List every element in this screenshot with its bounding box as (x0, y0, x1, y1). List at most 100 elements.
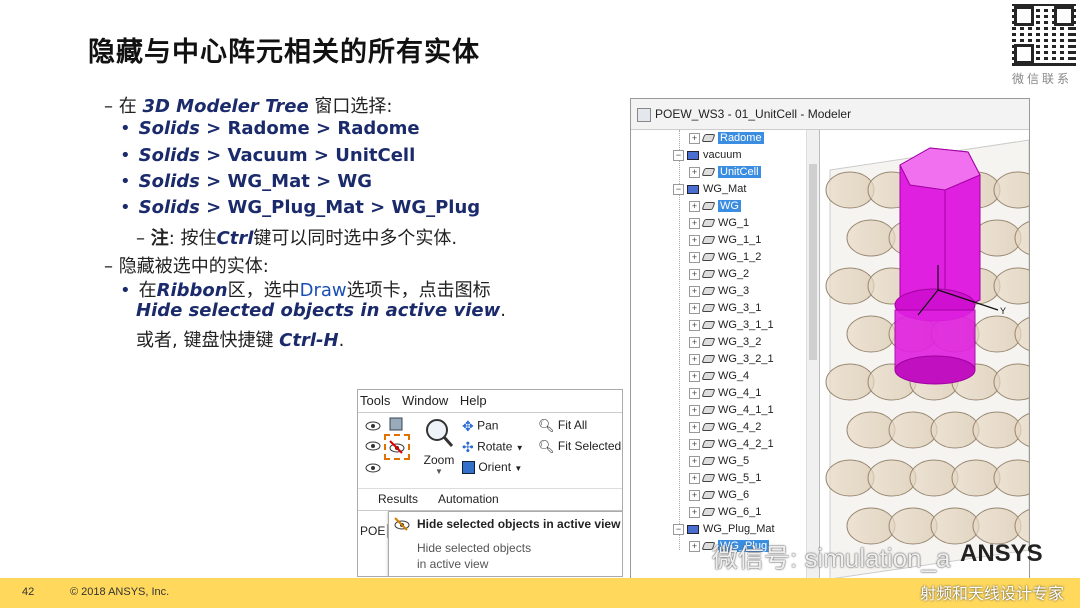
material-folder-icon (687, 150, 699, 160)
expand-icon[interactable]: + (689, 200, 700, 212)
expand-icon[interactable]: + (689, 166, 700, 178)
tree-item[interactable]: + WG_3_1 (689, 302, 761, 319)
tree-scrollbar[interactable] (806, 130, 819, 579)
collapse-icon[interactable]: − (673, 523, 684, 535)
tree-item[interactable]: + WG_5_1 (689, 472, 761, 489)
modeler-title-bar: POEW_WS3 - 01_UnitCell - Modeler (631, 99, 1029, 130)
expand-icon[interactable]: + (689, 234, 700, 246)
expand-icon[interactable]: + (689, 540, 700, 552)
eye-icon[interactable] (364, 438, 382, 455)
tree-item-label: WG_4_2 (718, 421, 762, 433)
eye-small-icon[interactable] (364, 460, 382, 477)
bullet-text: . (500, 300, 506, 321)
expand-icon[interactable]: + (689, 302, 700, 314)
sub-bullet-vacuum: • Solids > Vacuum > UnitCell (120, 145, 415, 166)
solid-object-icon (701, 508, 716, 517)
tree-item[interactable]: + WG (689, 200, 741, 217)
tree-item[interactable]: + WG_4 (689, 370, 749, 387)
tree-item[interactable]: + WG_4_2 (689, 421, 761, 438)
tree-item[interactable]: + UnitCell (689, 166, 761, 183)
material-folder-icon (687, 184, 699, 194)
footer-bar: 42 © 2018 ANSYS, Inc. (0, 578, 1080, 608)
view-icon[interactable] (388, 416, 404, 435)
tree-item[interactable]: − WG_Mat (673, 183, 746, 200)
tree-item[interactable]: − vacuum (673, 149, 742, 166)
fit-all-button[interactable]: 🔍︎ Fit All (538, 418, 587, 434)
tree-item[interactable]: + WG_3 (689, 285, 749, 302)
bullet-text: 或者, 键盘快捷键 (136, 330, 280, 351)
expand-icon[interactable]: + (689, 217, 700, 229)
tree-item[interactable]: + WG_3_2 (689, 336, 761, 353)
tree-item-label: WG_1 (718, 217, 750, 229)
tree-item-label: WG_3_2_1 (718, 353, 774, 365)
expand-icon[interactable]: + (689, 353, 700, 365)
tree-item[interactable]: + WG_6 (689, 489, 749, 506)
expand-icon[interactable]: + (689, 268, 700, 280)
material-folder-icon (687, 524, 699, 534)
tooltip: Hide selected objects in active view Hid… (388, 511, 622, 576)
menu-window[interactable]: Window (402, 393, 448, 408)
tree-item-label: WG_4 (718, 370, 750, 382)
expand-icon[interactable]: + (689, 285, 700, 297)
expand-icon[interactable]: + (689, 404, 700, 416)
tree-item-label: WG_2 (718, 268, 750, 280)
bullet-dot-icon: • (120, 118, 131, 139)
tree-item[interactable]: + WG_4_1 (689, 387, 761, 404)
waveguide-cylinder (951, 459, 1001, 497)
shortcut-key: Ctrl-H (279, 330, 339, 351)
axis-y-label: Y (1000, 306, 1006, 316)
tree-item[interactable]: + WG_3_2_1 (689, 353, 774, 370)
tree-item-label: WG_6_1 (718, 506, 762, 518)
modeler-tree[interactable]: + Radome − vacuum + UnitCell − WG_Mat + WG + WG_1 + W… (631, 130, 820, 579)
copyright: © 2018 ANSYS, Inc. (70, 586, 170, 598)
solid-object-icon (701, 338, 716, 347)
tree-item-label: Radome (718, 132, 764, 144)
hide-selected-button[interactable] (384, 434, 410, 460)
waveguide-cylinder (825, 459, 875, 497)
solid-object-icon (701, 219, 716, 228)
zoom-button[interactable]: Zoom ▼ (422, 416, 456, 476)
fit-selected-button[interactable]: 🔍︎ Fit Selected (538, 439, 621, 455)
collapse-icon[interactable]: − (673, 183, 684, 195)
menu-help[interactable]: Help (460, 393, 487, 408)
tree-item[interactable]: + WG_6_1 (689, 506, 761, 523)
3d-viewport[interactable]: Y (820, 130, 1029, 579)
solid-object-icon (701, 253, 716, 262)
expand-icon[interactable]: + (689, 132, 700, 144)
tree-item[interactable]: + WG_5 (689, 455, 749, 472)
collapse-icon[interactable]: − (673, 149, 684, 161)
pan-button[interactable]: ✥ Pan (462, 418, 498, 435)
tree-item-label: WG_4_1 (718, 387, 762, 399)
expand-icon[interactable]: + (689, 336, 700, 348)
tree-item[interactable]: + WG_4_1_1 (689, 404, 774, 421)
scrollbar-thumb[interactable] (809, 164, 817, 360)
expand-icon[interactable]: + (689, 506, 700, 518)
tree-item[interactable]: + WG_1_1 (689, 234, 761, 251)
tree-item[interactable]: + WG_3_1_1 (689, 319, 774, 336)
waveguide-cylinder (867, 459, 917, 497)
expand-icon[interactable]: + (689, 319, 700, 331)
bullet-text: 选项卡，点击图标 (346, 280, 491, 301)
expand-icon[interactable]: + (689, 472, 700, 484)
orient-button[interactable]: Orient ▼ (462, 460, 522, 475)
tree-item[interactable]: + WG_1 (689, 217, 749, 234)
expand-icon[interactable]: + (689, 438, 700, 450)
group-automation: Automation (438, 492, 499, 506)
expand-icon[interactable]: + (689, 421, 700, 433)
expand-icon[interactable]: + (689, 370, 700, 382)
menu-tools[interactable]: Tools (360, 393, 390, 408)
tree-item[interactable]: + WG_1_2 (689, 251, 761, 268)
solid-object-icon (701, 389, 716, 398)
tooltip-line1: Hide selected objects (417, 541, 532, 555)
expand-icon[interactable]: + (689, 387, 700, 399)
rotate-button[interactable]: ✣ Rotate ▼ (462, 439, 524, 456)
expand-icon[interactable]: + (689, 489, 700, 501)
expand-icon[interactable]: + (689, 251, 700, 263)
tree-item[interactable]: + Radome (689, 132, 764, 149)
eye-show-icon[interactable] (364, 418, 382, 435)
sub-bullet-wg: • Solids > WG_Mat > WG (120, 171, 372, 192)
tree-item[interactable]: + WG_2 (689, 268, 749, 285)
tree-item[interactable]: + WG_4_2_1 (689, 438, 774, 455)
expand-icon[interactable]: + (689, 455, 700, 467)
tab-poe[interactable]: POE (360, 524, 389, 538)
